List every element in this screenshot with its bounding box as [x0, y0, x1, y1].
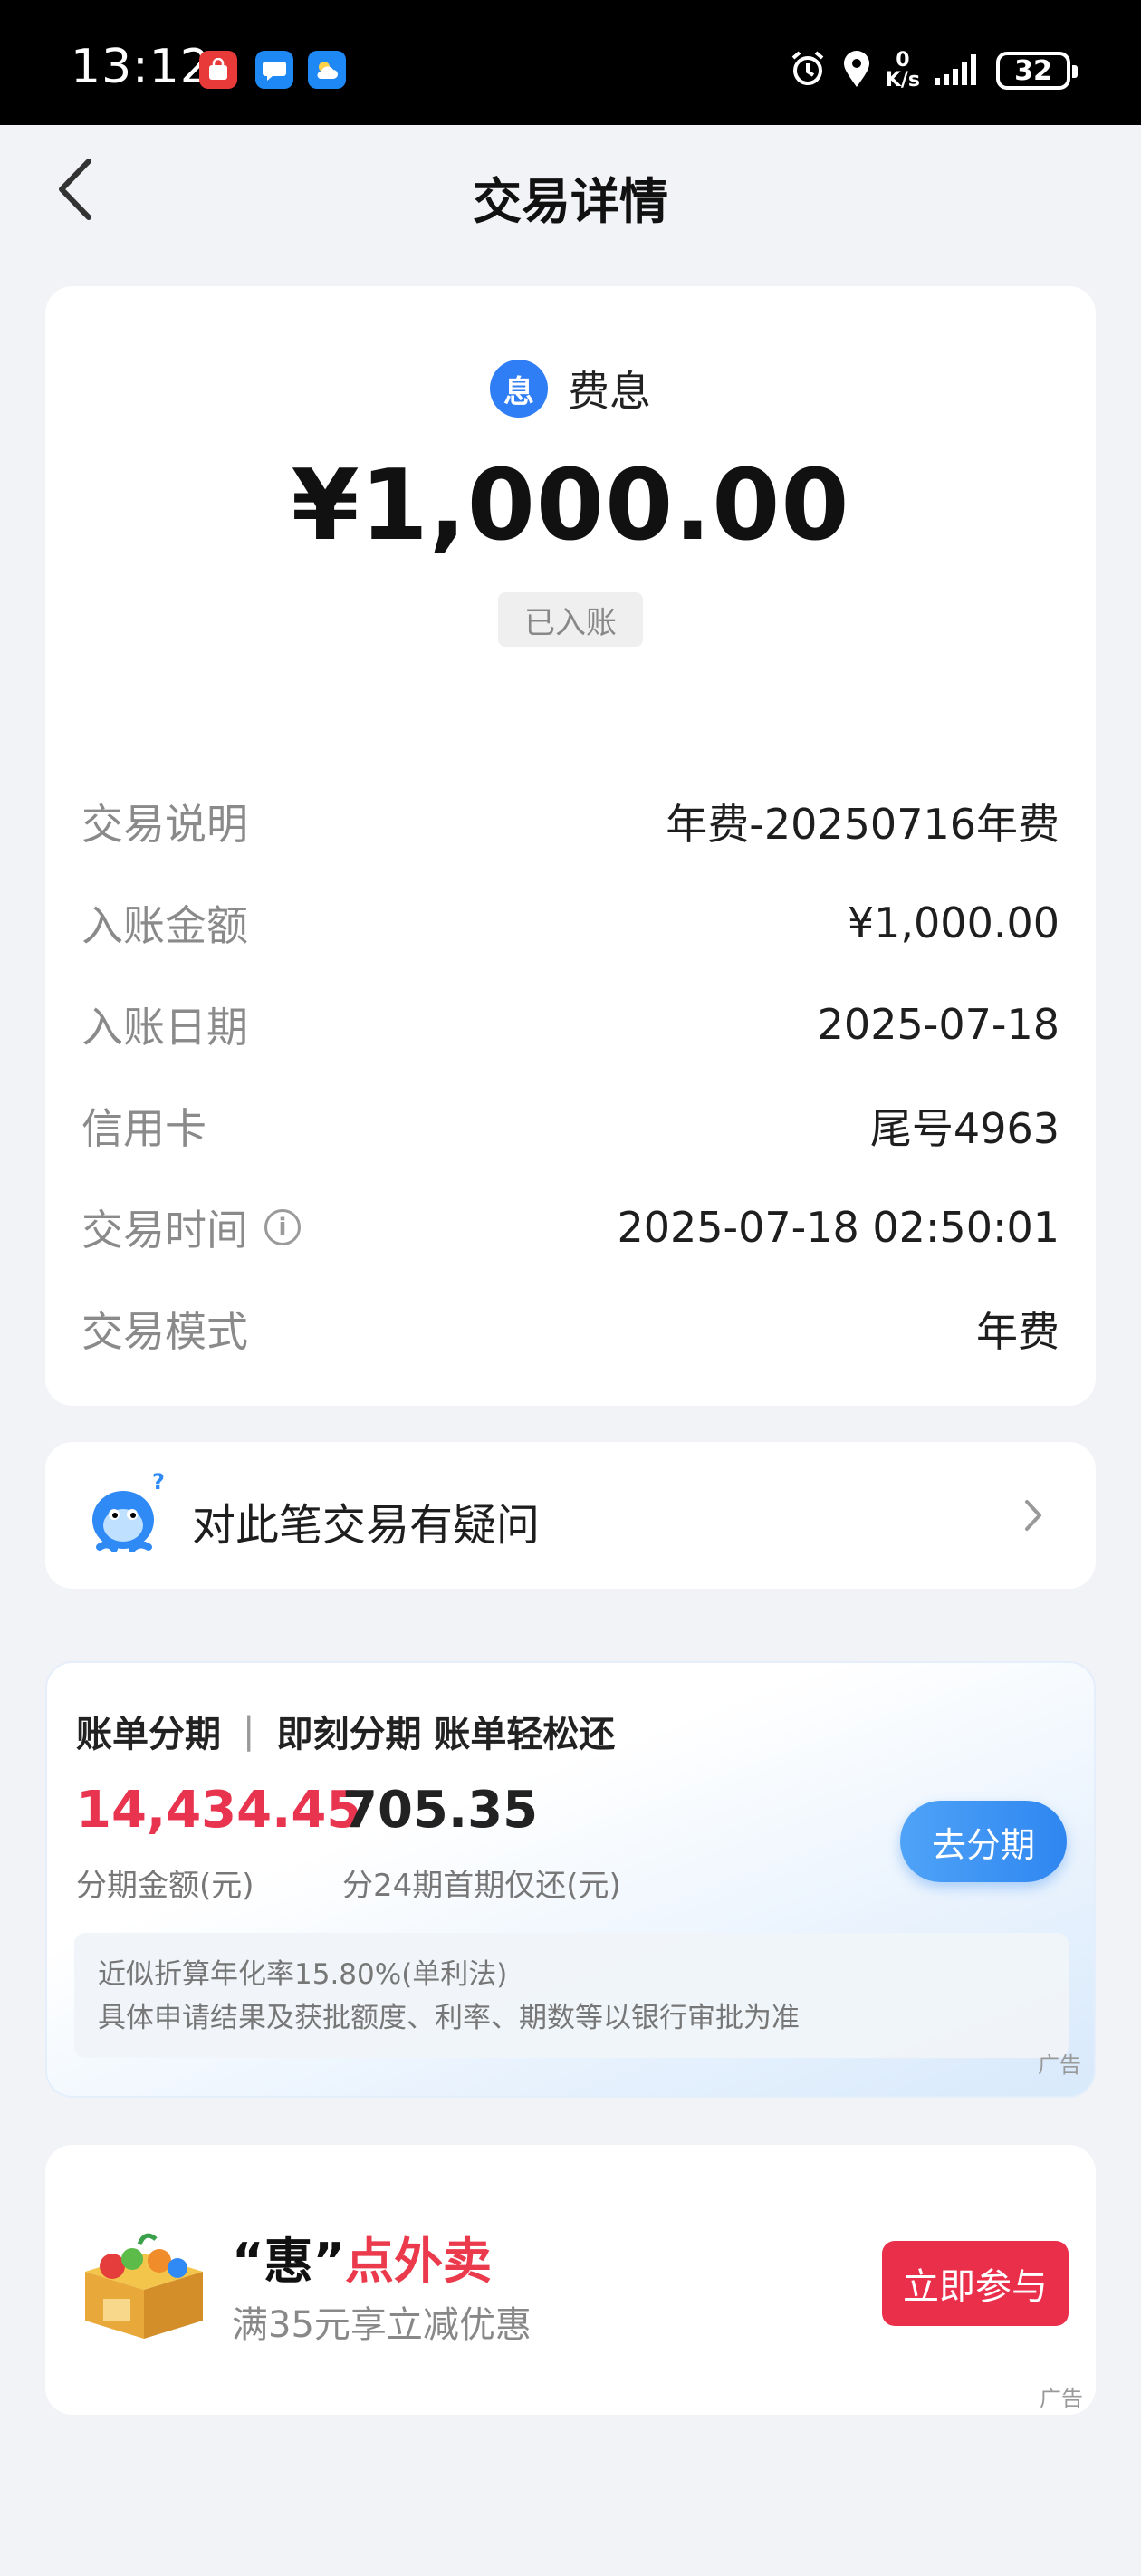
signal-icon — [933, 51, 983, 91]
network-speed: 0 K/s — [885, 49, 920, 91]
status-bar: 13:12 0 K/s 32 — [0, 0, 1141, 125]
join-now-button[interactable]: 立即参与 — [882, 2241, 1069, 2326]
page-title: 交易详情 — [473, 173, 668, 230]
promo-title-highlight: 点外卖 — [344, 2233, 492, 2290]
battery-icon: 32 — [996, 52, 1078, 90]
navigation-header: 交易详情 — [0, 125, 1141, 255]
go-installment-button[interactable]: 去分期 — [900, 1801, 1067, 1882]
detail-label: 交易时间 i — [82, 1197, 301, 1257]
svg-text:?: ? — [152, 1469, 165, 1495]
location-icon — [840, 49, 873, 92]
message-icon — [255, 51, 293, 89]
ad-label: 广告 — [1038, 2052, 1081, 2078]
detail-value: 年费 — [976, 1307, 1060, 1356]
transaction-card: 息 费息 ¥1,000.00 已入账 交易说明 年费-20250716年费 入账… — [45, 286, 1096, 1406]
status-time: 13:12 — [71, 40, 211, 94]
installment-title-left: 账单分期 — [76, 1714, 221, 1755]
detail-label: 信用卡 — [82, 1104, 206, 1153]
interest-badge-icon: 息 — [490, 360, 548, 418]
alarm-icon — [788, 49, 828, 92]
promo-title-prefix: “惠” — [232, 2233, 345, 2290]
installment-title-right: 即刻分期 账单轻松还 — [276, 1714, 616, 1755]
detail-label: 入账金额 — [82, 901, 248, 950]
note-line: 近似折算年化率15.80%(单利法) — [98, 1958, 508, 1991]
detail-label: 交易模式 — [82, 1307, 248, 1356]
installment-ad-card: 账单分期 | 即刻分期 账单轻松还 14,434.45 分期金额(元) 705.… — [45, 1661, 1096, 2098]
first-payment-label: 分24期首期仅还(元) — [342, 1868, 621, 1904]
detail-row-posted-date: 入账日期 2025-07-18 — [82, 993, 1060, 1056]
note-line: 具体申请结果及获批额度、利率、期数等以银行审批为准 — [98, 2002, 800, 2034]
promo-title: “惠”点外卖 — [232, 2221, 492, 2292]
dispute-label: 对此笔交易有疑问 — [192, 1500, 541, 1551]
detail-label: 入账日期 — [82, 1003, 248, 1052]
detail-row-description: 交易说明 年费-20250716年费 — [82, 790, 1060, 853]
detail-row-time: 交易时间 i 2025-07-18 02:50:01 — [82, 1196, 1060, 1259]
detail-value: 尾号4963 — [869, 1104, 1060, 1153]
installment-title: 账单分期 | 即刻分期 账单轻松还 — [76, 1705, 615, 1757]
detail-value: ¥1,000.00 — [847, 899, 1060, 947]
detail-value: 2025-07-18 — [817, 1000, 1060, 1049]
first-payment-amount: 705.35 — [342, 1781, 539, 1840]
promo-ad-card[interactable]: “惠”点外卖 满35元享立减优惠 立即参与 广告 — [45, 2145, 1096, 2415]
ad-label: 广告 — [1040, 2386, 1083, 2411]
transaction-type-label: 费息 — [568, 367, 651, 416]
installment-amount: 14,434.45 — [76, 1781, 362, 1840]
chevron-right-icon — [1011, 1493, 1056, 1538]
transaction-type: 息 费息 — [45, 359, 1096, 418]
detail-row-card: 信用卡 尾号4963 — [82, 1094, 1060, 1158]
food-box-icon — [76, 2226, 212, 2344]
transaction-amount: ¥1,000.00 — [291, 449, 850, 562]
installment-amount-label: 分期金额(元) — [76, 1868, 254, 1904]
shopping-bag-icon — [199, 51, 237, 89]
installment-note: 近似折算年化率15.80%(单利法) 具体申请结果及获批额度、利率、期数等以银行… — [74, 1933, 1069, 2058]
detail-label: 交易说明 — [82, 800, 248, 849]
title-separator: | — [243, 1710, 255, 1752]
promo-subtitle: 满35元享立减优惠 — [232, 2304, 532, 2346]
detail-row-posted-amount: 入账金额 ¥1,000.00 — [82, 891, 1060, 955]
dispute-entry[interactable]: ? 对此笔交易有疑问 — [45, 1442, 1096, 1589]
weather-icon — [308, 51, 346, 89]
detail-row-mode: 交易模式 年费 — [82, 1297, 1060, 1360]
info-icon[interactable]: i — [264, 1209, 301, 1245]
detail-value: 年费-20250716年费 — [666, 800, 1060, 849]
status-badge: 已入账 — [498, 592, 643, 647]
mascot-icon: ? — [82, 1469, 172, 1560]
detail-value: 2025-07-18 02:50:01 — [617, 1203, 1060, 1252]
status-indicators: 0 K/s 32 — [788, 45, 1078, 96]
